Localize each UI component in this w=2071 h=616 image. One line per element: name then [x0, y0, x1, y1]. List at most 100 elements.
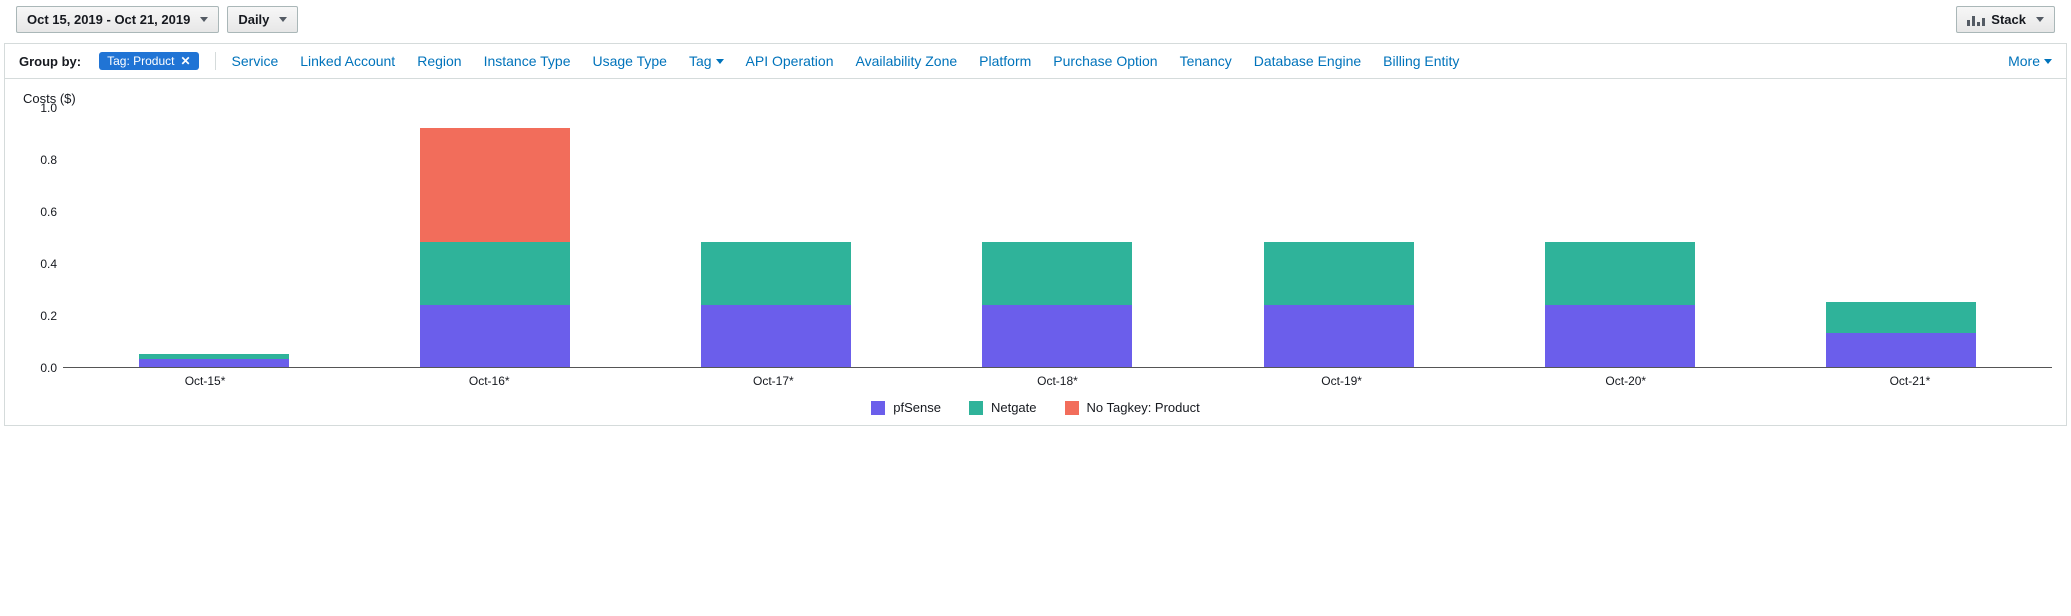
- legend-swatch: [871, 401, 885, 415]
- stacked-bar[interactable]: [1545, 242, 1695, 367]
- stacked-bar[interactable]: [1826, 302, 1976, 367]
- dimension-service[interactable]: Service: [232, 53, 279, 69]
- legend-item-netgate[interactable]: Netgate: [969, 400, 1037, 415]
- y-tick: 0.8: [40, 153, 57, 167]
- legend-label: Netgate: [991, 400, 1037, 415]
- stacked-bar[interactable]: [139, 354, 289, 367]
- dimension-tag[interactable]: Tag: [689, 53, 724, 69]
- bar-segment-netgate: [1545, 242, 1695, 304]
- bar-segment-no-tagkey-product: [420, 128, 570, 242]
- stacked-bar[interactable]: [420, 128, 570, 367]
- bar-segment-pfsense: [1826, 333, 1976, 367]
- dimension-linked-account[interactable]: Linked Account: [300, 53, 395, 69]
- active-groupby-chip[interactable]: Tag: Product ✕: [99, 52, 198, 70]
- dimension-label: Billing Entity: [1383, 53, 1459, 69]
- dimension-label: Availability Zone: [855, 53, 957, 69]
- dimension-api-operation[interactable]: API Operation: [746, 53, 834, 69]
- dimension-label: Linked Account: [300, 53, 395, 69]
- bar-slot: [73, 108, 354, 367]
- bar-segment-pfsense: [982, 305, 1132, 367]
- caret-down-icon: [2044, 59, 2052, 64]
- legend-label: pfSense: [893, 400, 941, 415]
- dimension-label: Purchase Option: [1053, 53, 1157, 69]
- group-by-label: Group by:: [19, 54, 81, 69]
- y-tick: 0.6: [40, 205, 57, 219]
- y-tick: 0.0: [40, 361, 57, 375]
- x-tick: Oct-19*: [1200, 368, 1484, 388]
- top-toolbar: Oct 15, 2019 - Oct 21, 2019 Daily Stack: [4, 4, 2067, 43]
- stacked-bar[interactable]: [1264, 242, 1414, 367]
- active-groupby-chip-text: Tag: Product: [107, 54, 174, 68]
- stacked-bar-icon: [1967, 14, 1985, 26]
- chart-mode-selector[interactable]: Stack: [1956, 6, 2055, 33]
- legend-label: No Tagkey: Product: [1087, 400, 1200, 415]
- dimension-label: Usage Type: [593, 53, 667, 69]
- dimension-billing-entity[interactable]: Billing Entity: [1383, 53, 1459, 69]
- legend-swatch: [1065, 401, 1079, 415]
- bars-layer: [63, 108, 2052, 367]
- x-tick: Oct-18*: [915, 368, 1199, 388]
- dimension-database-engine[interactable]: Database Engine: [1254, 53, 1361, 69]
- bar-segment-netgate: [982, 242, 1132, 304]
- x-tick: Oct-16*: [347, 368, 631, 388]
- bar-slot: [636, 108, 917, 367]
- dimension-label: Service: [232, 53, 279, 69]
- caret-down-icon: [716, 59, 724, 64]
- dimension-label: API Operation: [746, 53, 834, 69]
- dimension-availability-zone[interactable]: Availability Zone: [855, 53, 957, 69]
- dimension-label: Tenancy: [1180, 53, 1232, 69]
- y-axis: 0.00.20.40.60.81.0: [19, 108, 63, 368]
- bar-segment-netgate: [420, 242, 570, 304]
- dimension-usage-type[interactable]: Usage Type: [593, 53, 667, 69]
- dimension-instance-type[interactable]: Instance Type: [484, 53, 571, 69]
- y-tick: 0.2: [40, 309, 57, 323]
- granularity-selector[interactable]: Daily: [227, 6, 298, 33]
- dimension-tenancy[interactable]: Tenancy: [1180, 53, 1232, 69]
- x-tick: Oct-20*: [1484, 368, 1768, 388]
- bar-segment-pfsense: [420, 305, 570, 367]
- divider: [215, 52, 216, 70]
- legend: pfSense Netgate No Tagkey: Product: [19, 400, 2052, 415]
- bar-segment-pfsense: [139, 359, 289, 367]
- bar-slot: [1479, 108, 1760, 367]
- more-dropdown[interactable]: More: [2008, 53, 2052, 69]
- chart-mode-label: Stack: [1991, 12, 2026, 27]
- bar-segment-netgate: [701, 242, 851, 304]
- y-tick: 0.4: [40, 257, 57, 271]
- dimension-label: Platform: [979, 53, 1031, 69]
- granularity-label: Daily: [238, 12, 269, 27]
- bar-segment-pfsense: [701, 305, 851, 367]
- y-axis-title: Costs ($): [23, 91, 2052, 106]
- bar-slot: [354, 108, 635, 367]
- bar-slot: [917, 108, 1198, 367]
- y-tick: 1.0: [40, 101, 57, 115]
- bar-segment-pfsense: [1264, 305, 1414, 367]
- bar-segment-netgate: [1264, 242, 1414, 304]
- dimension-label: Tag: [689, 53, 712, 69]
- more-label: More: [2008, 53, 2040, 69]
- stacked-bar[interactable]: [982, 242, 1132, 367]
- dimension-purchase-option[interactable]: Purchase Option: [1053, 53, 1157, 69]
- legend-item-pfsense[interactable]: pfSense: [871, 400, 941, 415]
- bar-segment-netgate: [1826, 302, 1976, 333]
- x-axis: Oct-15*Oct-16*Oct-17*Oct-18*Oct-19*Oct-2…: [19, 368, 2052, 388]
- bar-slot: [1761, 108, 2042, 367]
- x-tick: Oct-15*: [63, 368, 347, 388]
- caret-down-icon: [279, 17, 287, 22]
- legend-item-no-tagkey-product[interactable]: No Tagkey: Product: [1065, 400, 1200, 415]
- dimension-label: Instance Type: [484, 53, 571, 69]
- dimension-region[interactable]: Region: [417, 53, 461, 69]
- bar-slot: [1198, 108, 1479, 367]
- chart-panel: Costs ($) 0.00.20.40.60.81.0 Oct-15*Oct-…: [4, 78, 2067, 426]
- dimension-label: Database Engine: [1254, 53, 1361, 69]
- x-tick: Oct-17*: [631, 368, 915, 388]
- dimension-label: Region: [417, 53, 461, 69]
- legend-swatch: [969, 401, 983, 415]
- caret-down-icon: [2036, 17, 2044, 22]
- remove-chip-icon[interactable]: ✕: [180, 54, 190, 68]
- dimension-platform[interactable]: Platform: [979, 53, 1031, 69]
- date-range-selector[interactable]: Oct 15, 2019 - Oct 21, 2019: [16, 6, 219, 33]
- caret-down-icon: [200, 17, 208, 22]
- date-range-label: Oct 15, 2019 - Oct 21, 2019: [27, 12, 190, 27]
- stacked-bar[interactable]: [701, 242, 851, 367]
